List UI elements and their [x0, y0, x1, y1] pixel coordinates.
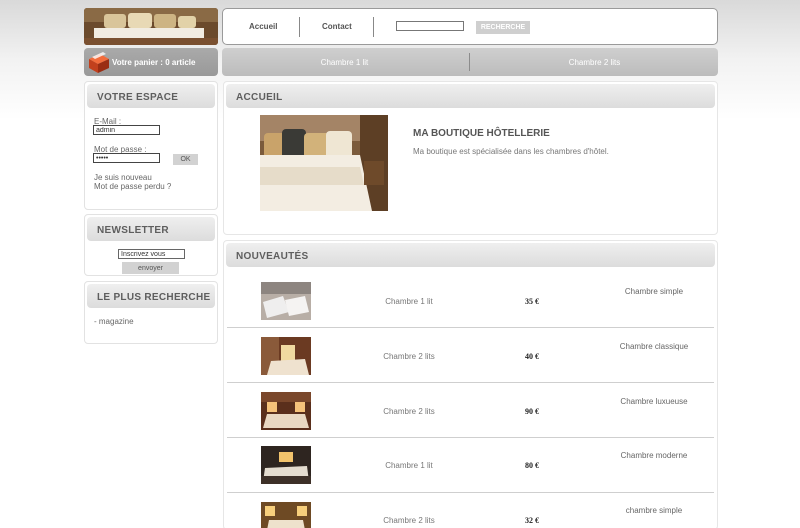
product-description: Chambre moderne: [620, 451, 688, 460]
shop-description: Ma boutique est spécialisée dans les cha…: [413, 147, 609, 156]
product-price: 32 €: [525, 516, 539, 525]
product-price: 35 €: [525, 297, 539, 306]
featured-room-photo: [260, 115, 388, 211]
email-field[interactable]: [93, 125, 160, 135]
product-description: Chambre luxueuse: [620, 397, 688, 406]
shop-title: MA BOUTIQUE HÔTELLERIE: [413, 128, 550, 139]
product-price: 80 €: [525, 461, 539, 470]
nav-separator: [299, 17, 300, 37]
row-divider: [227, 382, 714, 383]
product-name[interactable]: Chambre 2 lits: [349, 352, 469, 361]
product-name[interactable]: Chambre 2 lits: [349, 516, 469, 525]
row-divider: [227, 437, 714, 438]
cart-summary: Votre panier : 0 article: [112, 58, 196, 67]
home-panel-title: ACCUEIL: [226, 84, 715, 108]
popular-box-title: LE PLUS RECHERCHE: [87, 284, 215, 308]
lost-password-link[interactable]: Mot de passe perdu ?: [94, 182, 171, 191]
product-thumbnail[interactable]: [261, 392, 311, 430]
header-hotel-photo: [84, 8, 218, 45]
cart-bar[interactable]: Votre panier : 0 article: [84, 48, 218, 76]
product-thumbnail[interactable]: [261, 337, 311, 375]
newsletter-box-title: NEWSLETTER: [87, 217, 215, 241]
category-chambre-1-lit[interactable]: Chambre 1 lit: [282, 58, 407, 67]
newsletter-email-input[interactable]: [118, 249, 185, 259]
product-description: Chambre simple: [624, 287, 684, 296]
product-description: chambre simple: [625, 506, 683, 515]
product-thumbnail[interactable]: [261, 502, 311, 528]
category-bar: Chambre 1 lit Chambre 2 lits: [222, 48, 718, 76]
product-price: 90 €: [525, 407, 539, 416]
row-divider: [227, 492, 714, 493]
search-button[interactable]: RECHERCHE: [476, 21, 530, 34]
account-box-title: VOTRE ESPACE: [87, 84, 215, 108]
product-name[interactable]: Chambre 1 lit: [349, 461, 469, 470]
top-navigation: Accueil Contact RECHERCHE: [222, 8, 718, 45]
new-products-title: NOUVEAUTÉS: [226, 243, 715, 267]
category-separator: [469, 53, 470, 71]
product-price: 40 €: [525, 352, 539, 361]
product-name[interactable]: Chambre 2 lits: [349, 407, 469, 416]
popular-box: LE PLUS RECHERCHE - magazine: [84, 281, 218, 344]
new-products-panel: NOUVEAUTÉS Chambre 1 lit 35 € Chambre si…: [223, 240, 718, 528]
login-ok-button[interactable]: OK: [173, 154, 198, 165]
newsletter-send-button[interactable]: envoyer: [122, 262, 179, 274]
home-panel: ACCUEIL MA BOUTIQUE HÔTELLERIE Ma boutiq…: [223, 81, 718, 235]
account-box: VOTRE ESPACE E-Mail : Mot de passe : OK …: [84, 81, 218, 210]
newsletter-box: NEWSLETTER envoyer: [84, 214, 218, 276]
popular-item-magazine[interactable]: - magazine: [94, 317, 134, 326]
nav-contact-link[interactable]: Contact: [322, 22, 352, 31]
cart-box-icon: [89, 52, 109, 73]
product-thumbnail[interactable]: [261, 282, 311, 320]
nav-accueil-link[interactable]: Accueil: [249, 22, 277, 31]
product-description: Chambre classique: [619, 342, 689, 351]
search-input[interactable]: [396, 21, 464, 31]
category-chambre-2-lits[interactable]: Chambre 2 lits: [532, 58, 657, 67]
nav-separator: [373, 17, 374, 37]
password-field[interactable]: [93, 153, 160, 163]
product-name[interactable]: Chambre 1 lit: [349, 297, 469, 306]
row-divider: [227, 327, 714, 328]
register-link[interactable]: Je suis nouveau: [94, 173, 152, 182]
product-thumbnail[interactable]: [261, 446, 311, 484]
